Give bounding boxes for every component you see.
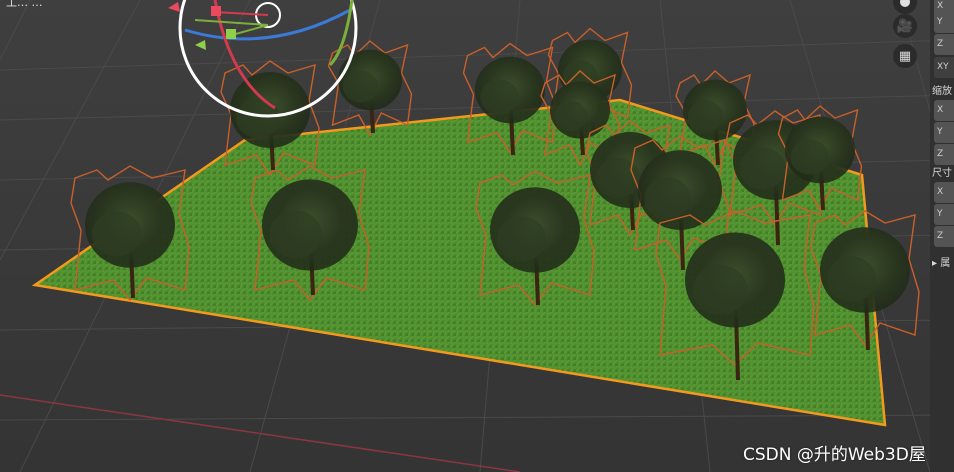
tree-canopy-shade xyxy=(692,265,748,315)
tree-canopy-shade xyxy=(342,70,378,103)
tree-canopy-shade xyxy=(480,79,519,115)
dimensions-y-field[interactable]: Y xyxy=(934,204,954,225)
tree-canopy-shade xyxy=(826,256,877,302)
tree-canopy-shade xyxy=(644,177,691,220)
properties-side-panel: X Y Z XY 缩放 X Y Z 尺寸 X Y Z ▸ 属 xyxy=(930,0,954,472)
tree-canopy-shade xyxy=(91,211,142,257)
camera-icon: 🎥 xyxy=(896,18,914,34)
header-clipped-text: 工… … xyxy=(6,0,43,9)
tree-canopy-shade xyxy=(790,139,829,175)
grid-icon: ▦ xyxy=(898,48,912,64)
sphere-icon xyxy=(900,0,910,7)
rotation-mode-select[interactable]: XY xyxy=(934,57,954,78)
tree-canopy-shade xyxy=(739,147,786,190)
tree-canopy-shade xyxy=(596,158,640,198)
location-z-field[interactable]: Z xyxy=(934,34,954,55)
x-axis-line xyxy=(0,394,521,472)
tree-object[interactable] xyxy=(327,40,413,137)
viewport-scene xyxy=(0,0,954,472)
grid-view-button[interactable]: ▦ xyxy=(893,44,917,68)
scale-x-field[interactable]: X xyxy=(934,100,954,121)
3d-viewport[interactable]: 工… … 🎥 ▦ xyxy=(0,0,954,472)
collapsed-section-header[interactable]: ▸ 属 xyxy=(932,254,954,269)
camera-view-button[interactable]: 🎥 xyxy=(893,14,917,38)
dimensions-x-field[interactable]: X xyxy=(934,182,954,203)
tree-canopy-shade xyxy=(236,98,280,138)
scale-y-field[interactable]: Y xyxy=(934,122,954,143)
watermark: CSDN @升的Web3D屋 xyxy=(743,445,926,465)
tree-canopy-shade xyxy=(269,210,322,259)
tree-canopy-shade xyxy=(496,216,547,262)
tree-canopy-shade xyxy=(687,100,724,133)
tree-canopy-shade xyxy=(554,101,588,131)
location-y-field[interactable]: Y xyxy=(934,12,954,33)
rotation-gizmo xyxy=(168,0,358,118)
dimensions-z-field[interactable]: Z xyxy=(934,226,954,247)
scale-label: 缩放 xyxy=(932,86,952,97)
dimensions-label: 尺寸 xyxy=(932,168,952,179)
scale-z-field[interactable]: Z xyxy=(934,144,954,165)
